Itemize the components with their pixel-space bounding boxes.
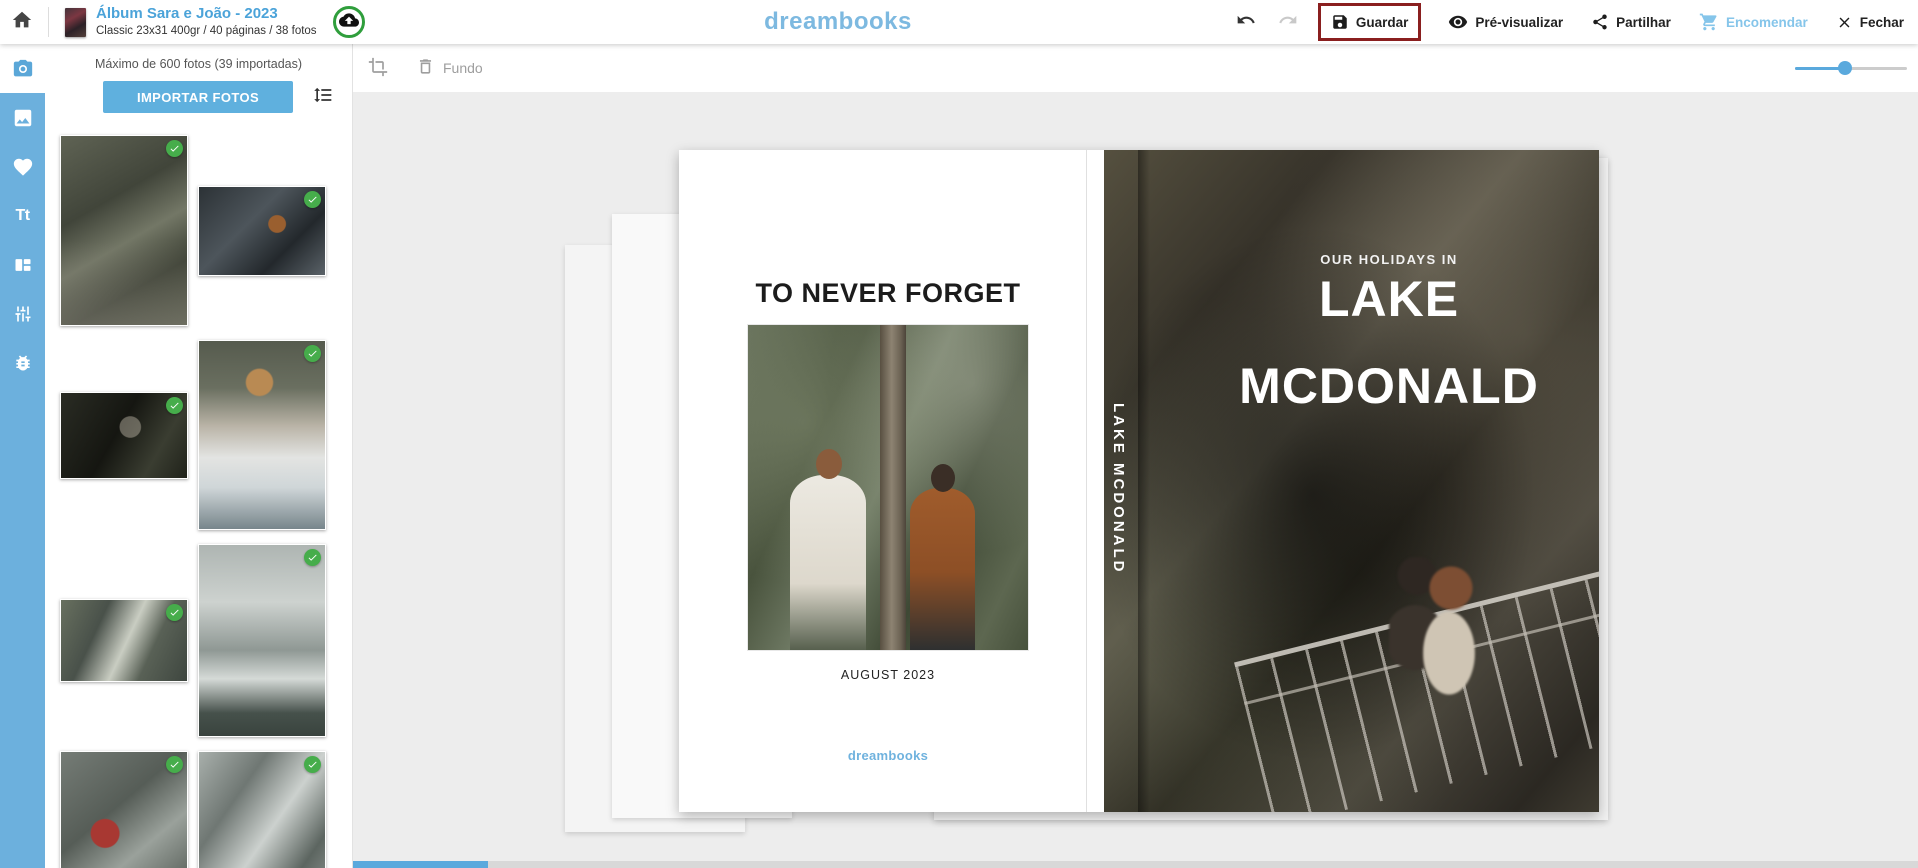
back-cover[interactable]: TO NEVER FORGET AUGUST 2023 dreambooks <box>679 150 1097 812</box>
sort-icon <box>313 85 333 110</box>
album-cover-thumbnail[interactable] <box>65 8 86 37</box>
photo-thumb-couple-red[interactable] <box>60 751 188 868</box>
cloud-upload-icon <box>339 10 359 35</box>
share-button[interactable]: Partilhar <box>1591 13 1671 31</box>
adjustments-icon <box>13 304 33 324</box>
redo-button[interactable] <box>1275 9 1301 35</box>
home-button[interactable] <box>0 0 44 44</box>
photo-thumb-man-rocks[interactable] <box>198 186 326 276</box>
sidebar-item-favorites[interactable] <box>0 142 45 191</box>
sidebar-item-layouts[interactable] <box>0 240 45 289</box>
check-badge-icon <box>304 191 321 208</box>
check-badge-icon <box>166 140 183 157</box>
sidebar-item-bug-report[interactable] <box>0 338 45 387</box>
delete-background-button[interactable]: Fundo <box>416 57 483 79</box>
woman-figure-art <box>790 475 866 651</box>
photo-thumb-marble-kayakers[interactable] <box>198 751 326 868</box>
preview-label: Pré-visualizar <box>1475 15 1563 30</box>
photo-panel: Máximo de 600 fotos (39 importadas) IMPO… <box>45 44 353 868</box>
save-label: Guardar <box>1356 15 1409 30</box>
editor-canvas: Fundo TO NEVER FORGET AUGUST 2023 dreamb… <box>353 44 1918 868</box>
canvas-toolbar: Fundo <box>353 44 1918 92</box>
check-badge-icon <box>304 345 321 362</box>
man-figure-art <box>910 488 974 651</box>
import-photos-button[interactable]: IMPORTAR FOTOS <box>103 81 293 113</box>
sidebar-item-adjustments[interactable] <box>0 289 45 338</box>
tree-trunk-art <box>880 325 906 650</box>
front-cover-title-line1[interactable]: LAKE <box>1179 270 1599 328</box>
camera-icon <box>12 58 34 80</box>
cart-icon <box>1699 12 1719 32</box>
front-cover[interactable]: LAKE MCDONALD OUR HOLIDAYS IN LAKE MCDON… <box>1104 150 1599 812</box>
cover-spread: TO NEVER FORGET AUGUST 2023 dreambooks L… <box>679 150 1599 812</box>
close-button[interactable]: Fechar <box>1836 14 1904 31</box>
album-subtitle: Classic 23x31 400gr / 40 páginas / 38 fo… <box>96 24 317 38</box>
tool-sidebar: Tt <box>0 44 45 868</box>
share-label: Partilhar <box>1616 15 1671 30</box>
divider <box>48 7 49 37</box>
album-title[interactable]: Álbum Sara e João - 2023 <box>96 5 317 24</box>
cover-fold-line <box>1086 150 1087 812</box>
photo-thumb-marble-cliff[interactable] <box>198 544 326 737</box>
sort-photos-button[interactable] <box>311 85 335 109</box>
image-icon <box>12 107 34 129</box>
crop-icon <box>368 57 388 80</box>
home-icon <box>11 9 33 36</box>
front-cover-kicker[interactable]: OUR HOLIDAYS IN <box>1179 252 1599 267</box>
close-icon <box>1836 14 1853 31</box>
share-icon <box>1591 13 1609 31</box>
topbar: Álbum Sara e João - 2023 Classic 23x31 4… <box>0 0 1918 44</box>
redo-icon <box>1278 10 1298 35</box>
trash-icon <box>416 57 435 79</box>
back-cover-photo[interactable] <box>747 324 1029 651</box>
save-button-wrapper: Guardar <box>1319 4 1421 40</box>
check-badge-icon <box>304 549 321 566</box>
back-cover-brand: dreambooks <box>679 748 1097 763</box>
photo-thumb-kayak-lake[interactable] <box>60 599 188 682</box>
front-cover-title-line2[interactable]: MCDONALD <box>1179 357 1599 415</box>
app-logo: dreambooks <box>764 8 912 36</box>
bug-icon <box>13 353 33 373</box>
layouts-icon <box>13 255 33 275</box>
text-icon: Tt <box>15 207 29 225</box>
save-icon <box>1331 13 1349 31</box>
couple-figures-art <box>1389 557 1489 712</box>
sidebar-item-photos[interactable] <box>0 44 45 93</box>
horizontal-scrollbar-thumb[interactable] <box>353 861 488 868</box>
zoom-slider[interactable] <box>1795 61 1907 75</box>
photo-thumbnail-list <box>60 135 352 868</box>
eye-icon <box>1448 12 1468 32</box>
preview-button[interactable]: Pré-visualizar <box>1448 12 1563 32</box>
photo-limit-text: Máximo de 600 fotos (39 importadas) <box>45 57 352 71</box>
spine-shadow <box>1138 150 1150 812</box>
order-button[interactable]: Encomendar <box>1699 12 1808 32</box>
upload-status-button[interactable] <box>333 6 365 38</box>
background-label: Fundo <box>443 60 483 76</box>
spine-title[interactable]: LAKE MCDONALD <box>1110 403 1127 575</box>
back-cover-title[interactable]: TO NEVER FORGET <box>679 278 1097 309</box>
undo-icon <box>1236 10 1256 35</box>
heart-icon <box>12 156 34 178</box>
horizontal-scrollbar[interactable] <box>353 861 1918 868</box>
zoom-slider-handle[interactable] <box>1838 61 1852 75</box>
crop-button[interactable] <box>368 57 388 80</box>
check-badge-icon <box>166 604 183 621</box>
photo-thumb-woman-boat[interactable] <box>198 340 326 530</box>
photo-thumb-dark-walk[interactable] <box>60 392 188 479</box>
sidebar-item-backgrounds[interactable] <box>0 93 45 142</box>
photo-thumb-couple-bridge[interactable] <box>60 135 188 326</box>
sidebar-item-text[interactable]: Tt <box>0 191 45 240</box>
back-cover-date[interactable]: AUGUST 2023 <box>679 668 1097 682</box>
undo-button[interactable] <box>1233 9 1259 35</box>
check-badge-icon <box>166 397 183 414</box>
check-badge-icon <box>166 756 183 773</box>
check-badge-icon <box>304 756 321 773</box>
close-label: Fechar <box>1860 15 1904 30</box>
order-label: Encomendar <box>1726 15 1808 30</box>
save-button[interactable]: Guardar <box>1331 13 1409 31</box>
